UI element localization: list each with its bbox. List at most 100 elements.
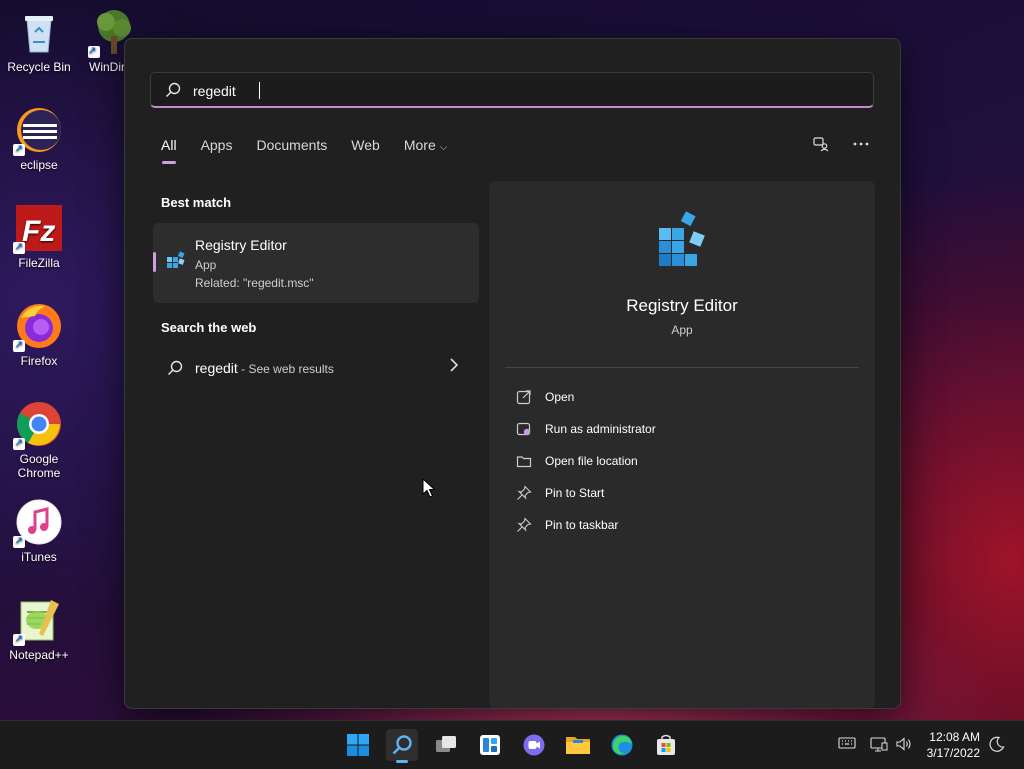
pin-icon bbox=[515, 516, 533, 534]
widgets-icon bbox=[480, 735, 500, 755]
web-hint: - See web results bbox=[237, 362, 334, 376]
result-related: Related: "regedit.msc" bbox=[195, 276, 314, 290]
shortcut-arrow-icon: ↗ bbox=[13, 536, 25, 548]
registry-editor-icon bbox=[165, 251, 187, 278]
desktop-icon-notepadpp[interactable]: ↗ Notepad++ bbox=[0, 596, 78, 662]
desktop-icon-firefox[interactable]: ↗ Firefox bbox=[0, 302, 78, 368]
action-open[interactable]: Open bbox=[515, 385, 845, 409]
search-panel: All Apps Documents Web More⌵ Best match … bbox=[124, 38, 901, 709]
folder-icon bbox=[566, 737, 590, 754]
filezilla-icon: Fz ↗ bbox=[13, 204, 63, 254]
open-icon bbox=[515, 388, 533, 406]
desktop-icon-filezilla[interactable]: Fz ↗ FileZilla bbox=[0, 204, 78, 270]
chrome-icon: ↗ bbox=[13, 400, 63, 450]
chevron-down-icon: ⌵ bbox=[439, 142, 448, 153]
admin-icon bbox=[515, 420, 533, 438]
file-explorer-button[interactable] bbox=[562, 729, 594, 761]
widgets-button[interactable] bbox=[474, 729, 506, 761]
taskbar-search-button[interactable] bbox=[386, 729, 418, 763]
search-filter-tabs: All Apps Documents Web More ⌵ bbox=[161, 137, 471, 164]
firefox-icon: ↗ bbox=[13, 302, 63, 352]
desktop-icon-recycle-bin[interactable]: Recycle Bin bbox=[0, 8, 78, 74]
store-button[interactable] bbox=[650, 729, 682, 761]
preview-type: App bbox=[671, 323, 693, 337]
eclipse-icon: ↗ bbox=[13, 106, 63, 156]
tab-web[interactable]: Web bbox=[351, 137, 380, 153]
desktop-icon-label: Recycle Bin bbox=[7, 60, 71, 74]
focus-assist-moon-icon[interactable] bbox=[989, 736, 1005, 755]
more-options-button[interactable] bbox=[852, 135, 870, 158]
chevron-right-icon[interactable] bbox=[449, 358, 459, 375]
action-pin-to-start[interactable]: Pin to Start bbox=[515, 481, 845, 505]
start-button[interactable] bbox=[342, 729, 374, 761]
shortcut-arrow-icon: ↗ bbox=[13, 242, 25, 254]
network-icon[interactable] bbox=[870, 736, 888, 755]
web-query: regedit bbox=[195, 360, 238, 376]
mouse-cursor-icon bbox=[422, 477, 436, 503]
itunes-icon: ↗ bbox=[13, 498, 63, 548]
keyboard-icon[interactable] bbox=[838, 736, 856, 753]
account-icon bbox=[813, 137, 829, 152]
notepadpp-icon: ↗ bbox=[13, 596, 63, 646]
svg-text:Fz: Fz bbox=[22, 215, 55, 248]
web-result-text: regedit - See web results bbox=[195, 360, 334, 376]
result-type: App bbox=[195, 258, 217, 272]
search-input[interactable] bbox=[191, 79, 835, 103]
store-icon bbox=[657, 734, 675, 755]
tab-more[interactable]: More ⌵ bbox=[404, 137, 448, 153]
action-run-as-admin[interactable]: Run as administrator bbox=[515, 417, 845, 441]
action-label: Pin to Start bbox=[545, 486, 605, 500]
web-search-result[interactable]: regedit - See web results bbox=[153, 351, 479, 385]
shortcut-arrow-icon: ↗ bbox=[13, 634, 25, 646]
best-match-heading: Best match bbox=[161, 195, 232, 210]
shortcut-arrow-icon: ↗ bbox=[13, 144, 25, 156]
desktop-icon-label: Firefox bbox=[20, 354, 58, 368]
action-label: Pin to taskbar bbox=[545, 518, 619, 532]
registry-editor-large-icon bbox=[655, 211, 711, 276]
chat-button[interactable] bbox=[518, 729, 550, 761]
task-view-icon bbox=[436, 736, 456, 752]
action-label: Run as administrator bbox=[545, 422, 656, 436]
desktop-icon-label: eclipse bbox=[20, 158, 58, 172]
desktop-icon-itunes[interactable]: ↗ iTunes bbox=[0, 498, 78, 564]
action-label: Open file location bbox=[545, 454, 638, 468]
folder-icon bbox=[515, 452, 533, 470]
preview-name: Registry Editor bbox=[626, 296, 738, 315]
desktop-icon-eclipse[interactable]: ↗ eclipse bbox=[0, 106, 78, 172]
search-icon bbox=[392, 735, 412, 755]
tab-apps[interactable]: Apps bbox=[201, 137, 233, 153]
tab-all[interactable]: All bbox=[161, 137, 177, 164]
shortcut-arrow-icon: ↗ bbox=[13, 340, 25, 352]
clock-time: 12:08 AM bbox=[929, 730, 980, 744]
action-open-file-location[interactable]: Open file location bbox=[515, 449, 845, 473]
tab-documents[interactable]: Documents bbox=[256, 137, 327, 153]
best-match-result[interactable]: Registry Editor App Related: "regedit.ms… bbox=[153, 223, 479, 303]
edge-icon bbox=[611, 734, 633, 756]
windows-logo-icon bbox=[347, 734, 369, 756]
task-view-button[interactable] bbox=[430, 729, 462, 761]
chat-icon bbox=[523, 734, 545, 756]
search-box[interactable] bbox=[150, 72, 874, 108]
tab-more-label: More bbox=[403, 137, 436, 153]
recycle-bin-icon bbox=[15, 8, 63, 56]
ellipsis-icon bbox=[853, 142, 869, 146]
account-switch-button[interactable] bbox=[812, 135, 830, 158]
taskbar: 12:08 AM 3/17/2022 bbox=[0, 720, 1024, 769]
search-web-heading: Search the web bbox=[161, 320, 257, 335]
shortcut-arrow-icon: ↗ bbox=[13, 438, 25, 450]
divider bbox=[505, 367, 859, 368]
search-icon bbox=[165, 82, 181, 103]
result-preview-pane: Registry Editor App Open Run as administ… bbox=[489, 181, 875, 708]
clock[interactable]: 12:08 AM 3/17/2022 bbox=[927, 729, 980, 761]
result-name: Registry Editor bbox=[195, 237, 287, 253]
search-icon bbox=[167, 360, 183, 381]
edge-button[interactable] bbox=[606, 729, 638, 761]
action-label: Open bbox=[545, 390, 575, 404]
action-pin-to-taskbar[interactable]: Pin to taskbar bbox=[515, 513, 845, 537]
desktop-icon-label: FileZilla bbox=[18, 256, 60, 270]
selection-indicator bbox=[153, 252, 156, 272]
clock-date: 3/17/2022 bbox=[926, 746, 980, 760]
desktop-icon-chrome[interactable]: ↗ Google Chrome bbox=[0, 400, 78, 480]
volume-icon[interactable] bbox=[895, 736, 913, 755]
desktop-icon-label: Google Chrome bbox=[17, 452, 61, 480]
